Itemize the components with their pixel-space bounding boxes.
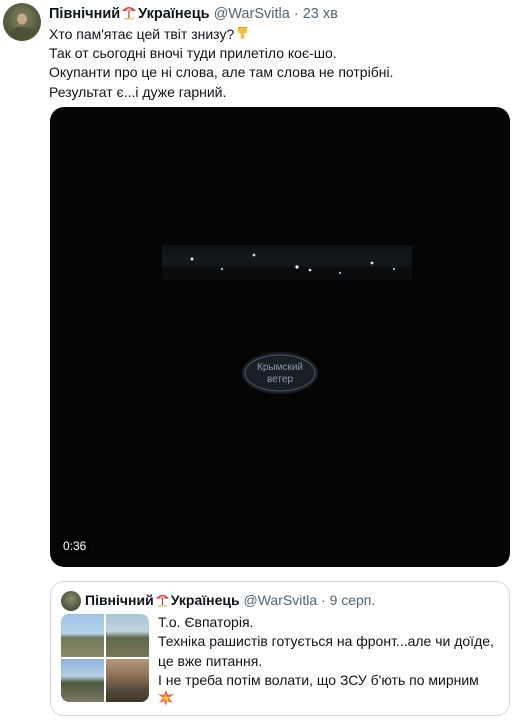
- pointing-down-hand-icon: [238, 26, 248, 40]
- quoted-line-emoji: [158, 690, 503, 709]
- quoted-tweet-header: Північний Українець @WarSvitla · 9 серп.: [85, 592, 375, 608]
- author-name[interactable]: Північний Українець: [49, 6, 210, 22]
- watermark-line-1: Крымский: [257, 362, 303, 373]
- author-handle[interactable]: @WarSvitla: [214, 6, 290, 22]
- quoted-line: Техніка рашистів готується на фронт...ал…: [158, 633, 494, 650]
- video-watermark: Крымский ветер: [240, 350, 320, 401]
- quoted-tweet-body: Т.о. Євпаторія. Техніка рашистів готуєть…: [158, 613, 503, 709]
- quoted-author-handle[interactable]: @WarSvitla: [244, 592, 318, 608]
- quoted-tweet-timestamp[interactable]: 9 серп.: [330, 592, 376, 608]
- tweet-line: Так от сьогодні вночі туди прилетіло коє…: [49, 45, 337, 62]
- header-separator: ·: [293, 6, 299, 22]
- beach-umbrella-icon: [122, 7, 137, 20]
- quoted-image-3[interactable]: [61, 659, 104, 702]
- video-player[interactable]: Крымский ветер 0:36: [50, 107, 510, 567]
- video-frame: [162, 245, 412, 280]
- quoted-image-4[interactable]: [106, 659, 149, 702]
- quoted-image-grid[interactable]: [61, 614, 149, 702]
- tweet-line: Хто пам'ятає цей твіт знизу?: [49, 25, 519, 44]
- quoted-line: це вже питання.: [158, 652, 263, 669]
- tweet-header: Північний Українець @WarSvitla · 23 хв: [49, 4, 338, 24]
- watermark-line-2: ветер: [267, 374, 293, 385]
- quoted-header-separator: ·: [321, 592, 326, 608]
- quoted-tweet[interactable]: Північний Українець @WarSvitla · 9 серп. …: [50, 581, 510, 716]
- quoted-image-2[interactable]: [106, 614, 149, 657]
- quoted-line: І не треба потім волати, що ЗСУ б'ють по…: [158, 671, 479, 688]
- quoted-author-avatar[interactable]: [61, 591, 81, 611]
- night-city-lights-icon: [162, 253, 412, 280]
- tweet-body: Хто пам'ятає цей твіт знизу? Так от сьог…: [49, 25, 519, 102]
- tweet-line: Результат є...і дуже гарний.: [49, 83, 227, 100]
- author-avatar[interactable]: [3, 3, 41, 41]
- quoted-author-name[interactable]: Північний Українець: [85, 592, 240, 608]
- tweet-timestamp[interactable]: 23 хв: [303, 6, 338, 22]
- explosion-icon: [158, 690, 174, 707]
- video-duration: 0:36: [59, 537, 91, 555]
- tweet-line: Окупанти про це ні слова, але там слова …: [49, 64, 394, 81]
- tweet[interactable]: Північний Українець @WarSvitla · 23 хв Хт…: [0, 0, 530, 723]
- beach-umbrella-icon: [155, 594, 169, 607]
- quoted-image-1[interactable]: [61, 614, 104, 657]
- soldier-avatar-icon: [7, 8, 37, 41]
- quoted-line: Т.о. Євпаторія.: [158, 614, 254, 630]
- watermark-logo-icon: Крымский ветер: [242, 352, 318, 394]
